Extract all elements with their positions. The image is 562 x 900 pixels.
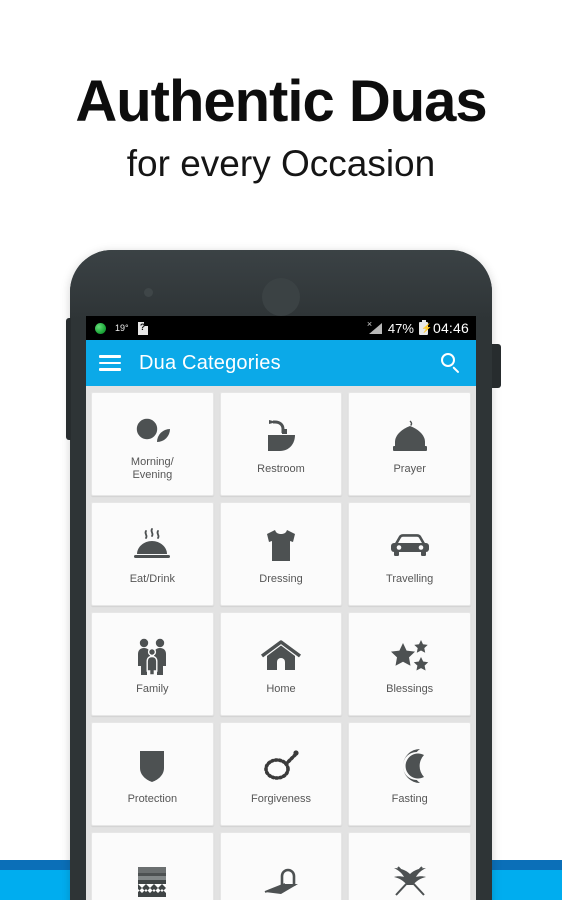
category-tile-fasting[interactable]: Fasting — [348, 722, 471, 826]
category-tile-label: Dressing — [259, 572, 303, 585]
prayer-beads-icon — [260, 743, 302, 789]
earpiece-speaker-icon — [262, 278, 300, 316]
page-title: Authentic Duas — [75, 69, 487, 134]
status-bar: 19° × 47% ⚡ 04:46 — [86, 316, 476, 340]
sun-moon-icon — [132, 406, 172, 452]
front-camera-icon — [144, 288, 153, 297]
category-tile-label: Eat/Drink — [129, 572, 175, 585]
category-tile-label: Blessings — [386, 682, 434, 695]
page-subtitle: for every Occasion — [126, 143, 436, 185]
category-tile-prayer[interactable]: Prayer — [348, 392, 471, 496]
prayer-mat-icon — [260, 859, 302, 900]
category-tile-label: Prayer — [393, 462, 426, 475]
status-bar-left: 19° — [95, 320, 369, 335]
category-tile-label: Restroom — [257, 462, 305, 475]
globe-icon — [95, 322, 106, 334]
stars-icon — [388, 633, 432, 679]
category-tile-family[interactable]: Family — [91, 612, 214, 716]
document-icon — [137, 320, 148, 335]
category-grid: Morning/Evening Restroom Prayer Eat/Drin… — [86, 386, 476, 900]
category-tile-label: Morning/Evening — [130, 456, 174, 481]
food-dome-icon — [130, 523, 174, 569]
category-tile-dressing[interactable]: Dressing — [219, 502, 343, 606]
category-tile-label: Home — [266, 682, 296, 695]
category-tile-quran[interactable] — [348, 832, 471, 900]
signal-no-service-icon: × — [367, 320, 383, 334]
promo-banner: Authentic Duas for every Occasion 19° × — [0, 0, 562, 900]
status-bar-right: × 47% ⚡ 04:46 — [367, 319, 469, 336]
quran-book-icon — [388, 859, 432, 900]
battery-percent-label: 47% — [387, 320, 414, 336]
category-tile-label: Protection — [127, 792, 178, 805]
tshirt-icon — [263, 523, 299, 569]
shield-icon — [137, 743, 167, 789]
category-tile-protection[interactable]: Protection — [91, 722, 214, 826]
category-tile-morning-evening[interactable]: Morning/Evening — [91, 392, 214, 496]
category-tile-home[interactable]: Home — [219, 612, 343, 716]
category-tile-travelling[interactable]: Travelling — [348, 502, 471, 606]
app-bar: Dua Categories — [86, 340, 476, 386]
hamburger-menu-icon[interactable] — [99, 355, 121, 371]
phone-mockup: 19° × 47% ⚡ 04:46 Dua Categories — [66, 250, 501, 900]
battery-charging-icon: ⚡ — [418, 319, 433, 335]
crescent-moon-icon — [392, 743, 428, 789]
house-icon — [259, 633, 303, 679]
category-tile-forgiveness[interactable]: Forgiveness — [219, 722, 343, 826]
category-tile-label: Fasting — [391, 792, 428, 805]
app-bar-title: Dua Categories — [139, 351, 281, 374]
category-tile-restroom[interactable]: Restroom — [219, 392, 343, 496]
volume-button[interactable] — [66, 318, 71, 440]
mosque-dome-icon — [388, 413, 432, 459]
power-button[interactable] — [492, 344, 501, 388]
phone-screen: 19° × 47% ⚡ 04:46 Dua Categories — [86, 316, 476, 900]
category-tile-label: Forgiveness — [251, 792, 311, 805]
kaaba-icon — [134, 859, 170, 900]
category-tile-kaaba[interactable] — [91, 832, 214, 900]
headline-block: Authentic Duas for every Occasion — [0, 72, 562, 184]
category-tile-prayer-mat[interactable] — [219, 832, 343, 900]
family-people-icon — [134, 633, 170, 679]
search-icon[interactable] — [440, 352, 462, 374]
clock-label: 04:46 — [432, 320, 469, 336]
temperature-label: 19° — [115, 323, 129, 333]
category-tile-label: Family — [136, 682, 169, 695]
category-tile-blessings[interactable]: Blessings — [348, 612, 471, 716]
category-tile-eat-drink[interactable]: Eat/Drink — [91, 502, 214, 606]
car-icon — [387, 523, 433, 569]
sink-faucet-icon — [263, 413, 299, 459]
category-tile-label: Travelling — [386, 572, 434, 585]
